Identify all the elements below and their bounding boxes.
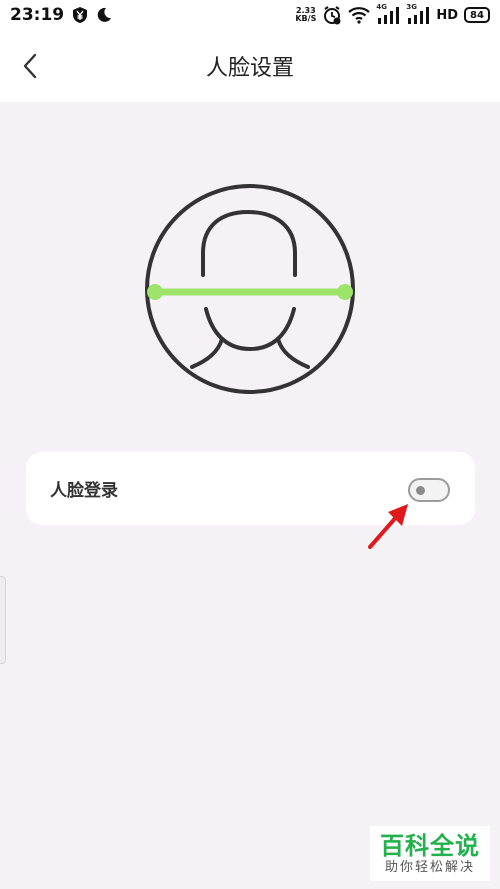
signal-bars-icon — [378, 7, 400, 24]
header: 人脸设置 — [0, 30, 500, 102]
page-title: 人脸设置 — [205, 56, 294, 81]
annotation-arrow-icon — [368, 504, 408, 549]
side-drawer-handle[interactable] — [0, 576, 6, 664]
battery-level: 84 — [470, 9, 484, 21]
network-speed: 2.33 KB/S — [295, 7, 316, 23]
signal-bars-icon — [408, 7, 430, 24]
face-login-toggle[interactable] — [408, 478, 450, 502]
moon-icon — [97, 7, 112, 22]
alarm-clock-icon — [324, 6, 341, 25]
watermark-subtitle: 助你轻松解决 — [384, 859, 475, 875]
status-right: 2.33 KB/S 4G 3G HD 84 — [295, 3, 490, 25]
wifi-icon — [348, 7, 371, 24]
face-scan-icon — [145, 184, 355, 394]
back-button[interactable] — [12, 48, 48, 84]
status-bar: 23:19 2.33 KB/S 4G 3G HD 84 — [0, 0, 500, 30]
signal-sim1: 4G — [376, 3, 400, 25]
watermark-title: 百科全说 — [380, 831, 480, 860]
toggle-knob — [416, 486, 425, 495]
status-time: 23:19 — [10, 5, 65, 25]
face-login-label: 人脸登录 — [50, 481, 118, 501]
battery-indicator: 84 — [464, 7, 490, 23]
watermark-logo: 百科全说 助你轻松解决 — [370, 826, 490, 881]
chevron-left-icon — [23, 53, 37, 79]
status-left: 23:19 — [10, 5, 112, 25]
shield-yen-icon — [73, 7, 88, 23]
hd-badge: HD — [436, 7, 458, 23]
signal-sim2: 3G — [406, 3, 430, 25]
network-speed-unit: KB/S — [295, 14, 317, 23]
